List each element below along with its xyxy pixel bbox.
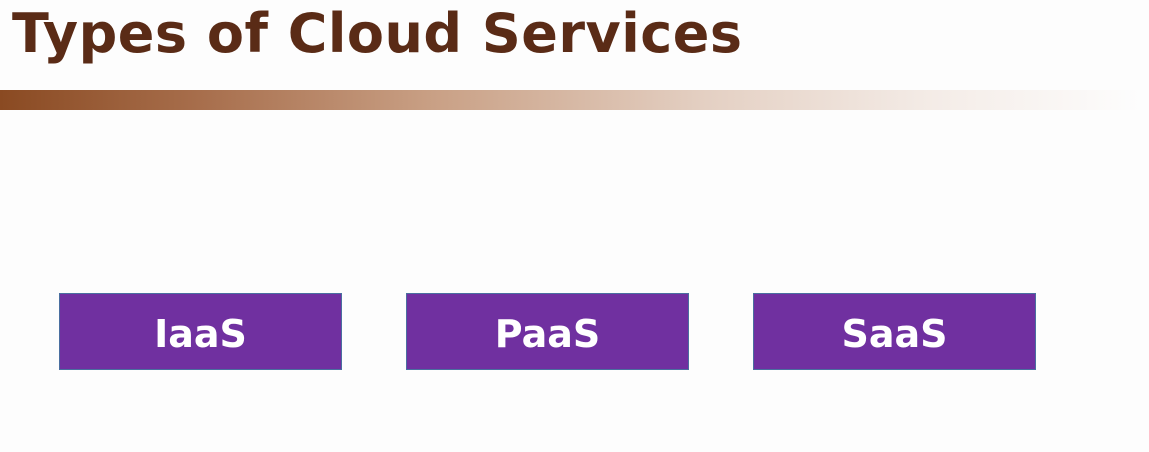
service-label-iaas: IaaS bbox=[154, 311, 247, 356]
service-box-iaas[interactable]: IaaS bbox=[59, 293, 342, 370]
service-label-saas: SaaS bbox=[841, 311, 948, 356]
service-box-saas[interactable]: SaaS bbox=[753, 293, 1036, 370]
service-types-row: IaaS PaaS SaaS bbox=[0, 0, 1149, 452]
service-label-paas: PaaS bbox=[494, 311, 601, 356]
service-box-paas[interactable]: PaaS bbox=[406, 293, 689, 370]
slide: Types of Cloud Services IaaS PaaS SaaS bbox=[0, 0, 1149, 452]
